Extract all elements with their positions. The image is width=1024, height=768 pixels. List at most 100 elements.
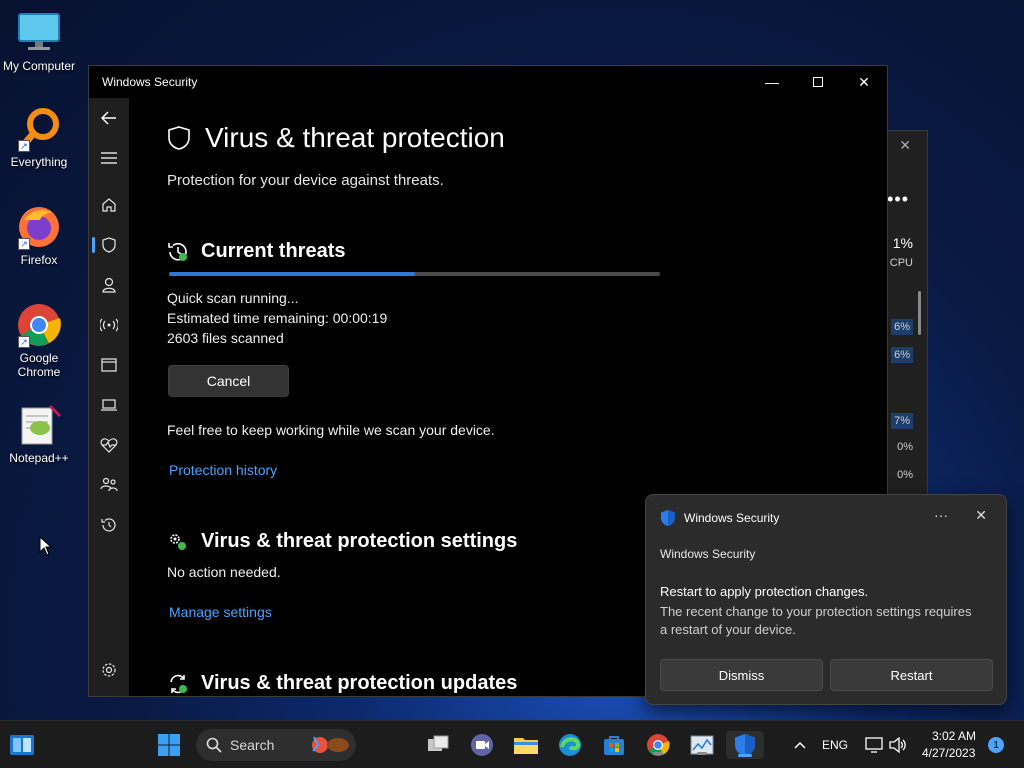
laptop-icon [101,399,117,411]
desktop-icon-firefox[interactable]: ↗ Firefox [0,204,78,267]
desktop-icon-google-chrome[interactable]: ↗ Google Chrome [0,302,78,379]
monitor-icon [16,10,62,56]
cancel-scan-button[interactable]: Cancel [168,365,289,397]
person-icon [102,277,116,293]
nav-app-browser-control[interactable] [89,349,129,381]
scan-clock-icon [168,242,187,261]
more-options-icon[interactable]: ••• [887,189,909,210]
updates-title: Virus & threat protection updates [201,672,518,694]
desktop-icon-notepad-plus-plus[interactable]: Notepad++ [0,402,78,465]
maximize-button[interactable] [795,66,841,98]
page-subtitle: Protection for your device against threa… [167,172,444,189]
show-hidden-icons-button[interactable] [786,731,814,759]
files-scanned: 2603 files scanned [167,330,284,346]
home-icon [102,198,116,212]
current-threats-title: Current threats [201,240,346,262]
chat-icon [471,734,493,756]
edge-icon [559,734,581,756]
cpu-label: CPU [889,257,913,269]
desktop-icon-everything[interactable]: ↗ Everything [0,106,78,169]
dismiss-button[interactable]: Dismiss [660,659,823,691]
speaker-icon [889,737,906,753]
page-heading: Virus & threat protection [167,122,505,154]
start-button[interactable] [155,731,183,759]
clock-date[interactable]: 4/27/2023 [922,746,975,760]
widgets-icon [10,735,34,755]
chrome-button[interactable] [644,731,672,759]
firefox-icon: ↗ [16,204,62,250]
file-explorer-button[interactable] [512,731,540,759]
family-icon [100,477,118,492]
desktop-icon-label: Notepad++ [9,451,69,465]
more-options-icon[interactable]: ··· [934,507,948,523]
chrome-icon: ↗ [16,302,62,348]
network-icon [865,737,883,753]
store-button[interactable] [600,731,628,759]
store-bag-icon [604,736,624,755]
cpu-cell: 6% [891,347,913,363]
nav-home[interactable] [89,189,129,221]
desktop-icon-label: Firefox [20,253,58,267]
nav-account-protection[interactable] [89,269,129,301]
update-refresh-icon [170,674,187,693]
shortcut-arrow-icon: ↗ [18,140,30,152]
updates-heading: Virus & threat protection updates [167,672,517,695]
scan-info-text: Feel free to keep working while we scan … [167,422,495,438]
notification-toast[interactable]: Windows Security ··· ✕ Windows Security … [645,494,1007,705]
app-window-icon [101,358,117,372]
nav-firewall[interactable] [89,309,129,341]
gear-icon [102,663,116,677]
search-label: Search [230,737,275,753]
language-indicator[interactable]: ENG [822,738,848,752]
settings-gears-icon [170,533,186,550]
edge-button[interactable] [556,731,584,759]
mouse-cursor-icon [39,536,51,556]
taskbar-search[interactable]: Search [196,729,356,761]
desktop-icon-label: Google Chrome [17,351,61,379]
task-manager-button[interactable] [688,731,716,759]
back-button[interactable] [89,102,129,134]
search-icon [206,737,222,753]
active-indicator [738,754,752,757]
nav-device-security[interactable] [89,389,129,421]
windows-logo-icon [158,734,180,756]
minimize-button[interactable]: — [749,66,795,98]
windows-security-taskbar-button[interactable] [726,731,764,759]
clock-time[interactable]: 3:02 AM [932,729,976,743]
task-view-button[interactable] [424,731,452,759]
cpu-cell: 6% [891,319,913,335]
title-bar[interactable]: Windows Security — ✕ [89,66,887,98]
cpu-cell: 0% [897,469,913,481]
protection-history-link[interactable]: Protection history [169,462,277,478]
nav-settings[interactable] [89,654,129,686]
shortcut-arrow-icon: ↗ [18,238,30,250]
heart-pulse-icon [100,438,118,453]
widgets-button[interactable] [8,731,36,759]
taskbar: Search ENG 3:02 AM 4/27/2023 1 [0,720,1024,768]
minimize-icon: — [765,74,779,90]
scrollbar-thumb[interactable] [918,291,921,335]
maximize-icon [813,77,823,87]
nav-virus-protection[interactable] [89,229,129,261]
history-icon [101,518,116,532]
close-icon[interactable]: ✕ [975,507,987,524]
running-indicator [697,752,707,755]
manage-settings-link[interactable]: Manage settings [169,604,272,620]
everything-search-icon: ↗ [16,106,62,152]
hamburger-menu-button[interactable] [89,142,129,174]
close-button[interactable]: ✕ [841,66,887,98]
volume-button[interactable] [884,731,912,759]
chevron-up-icon [794,741,806,749]
page-title: Virus & threat protection [205,122,505,153]
teams-chat-button[interactable] [468,731,496,759]
nav-device-health[interactable] [89,429,129,461]
nav-protection-history[interactable] [89,509,129,541]
desktop-icon-my-computer[interactable]: My Computer [0,10,78,73]
notification-badge[interactable]: 1 [988,737,1004,753]
restart-button[interactable]: Restart [830,659,993,691]
nav-family-options[interactable] [89,469,129,501]
shield-icon [102,237,116,253]
close-icon[interactable]: ✕ [899,137,911,154]
close-icon: ✕ [858,73,870,90]
cpu-percent: 1% [892,235,913,251]
